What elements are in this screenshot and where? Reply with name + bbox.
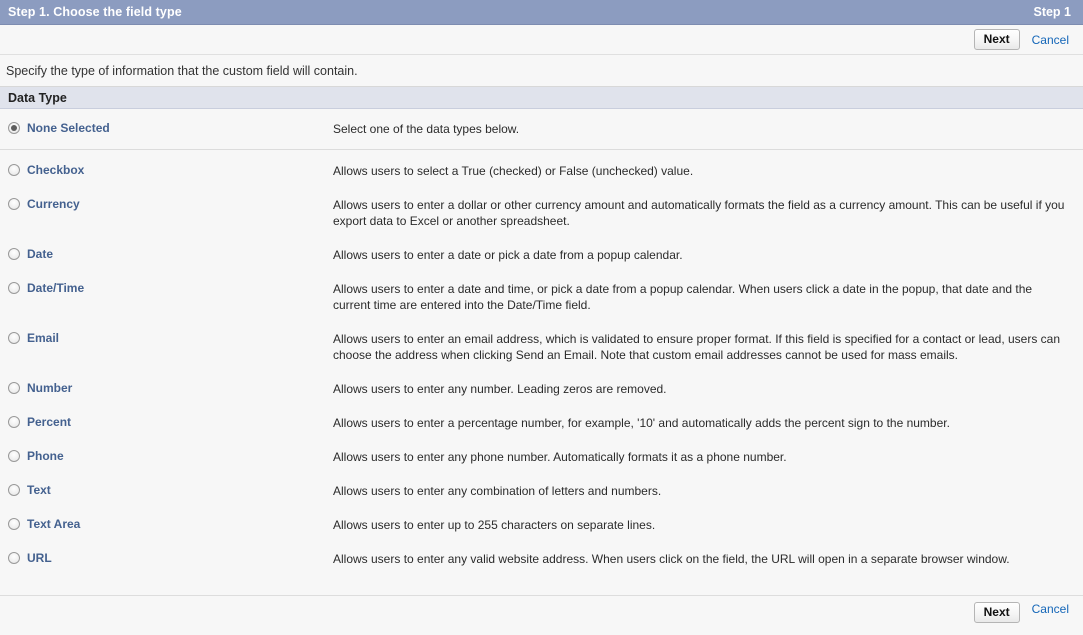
radio-label-url[interactable]: URL	[27, 551, 52, 565]
data-type-table: None Selected Select one of the data type…	[0, 109, 1083, 576]
data-type-description-phone: Allows users to enter any phone number. …	[333, 450, 787, 464]
radio-group-item[interactable]: Date	[8, 247, 333, 261]
data-type-description-text-area: Allows users to enter up to 255 characte…	[333, 518, 656, 532]
next-button-top[interactable]: Next	[973, 29, 1020, 50]
data-type-description-number: Allows users to enter any number. Leadin…	[333, 382, 667, 396]
radio-label-none-selected[interactable]: None Selected	[27, 121, 110, 135]
field-type-wizard-page: Step 1. Choose the field type Step 1 Nex…	[0, 0, 1083, 635]
radio-group-item[interactable]: Currency	[8, 197, 333, 211]
page-title: Step 1. Choose the field type	[8, 5, 182, 19]
radio-label-date[interactable]: Date	[27, 247, 53, 261]
data-type-label-cell: Email	[0, 322, 333, 372]
section-title: Data Type	[8, 90, 67, 105]
radio-group-item[interactable]: Percent	[8, 415, 333, 429]
data-type-row-date[interactable]: Date Allows users to enter a date or pick…	[0, 238, 1083, 272]
radio-group-item[interactable]: Date/Time	[8, 281, 333, 295]
data-type-row-currency[interactable]: Currency Allows users to enter a dollar o…	[0, 188, 1083, 238]
radio-label-email[interactable]: Email	[27, 331, 59, 345]
data-type-label-cell: Phone	[0, 440, 333, 474]
radio-none-selected[interactable]	[8, 122, 20, 134]
data-type-label-cell: Checkbox	[0, 150, 333, 189]
radio-label-number[interactable]: Number	[27, 381, 72, 395]
radio-label-checkbox[interactable]: Checkbox	[27, 163, 84, 177]
radio-number[interactable]	[8, 382, 20, 394]
radio-label-percent[interactable]: Percent	[27, 415, 71, 429]
radio-group-item[interactable]: Phone	[8, 449, 333, 463]
radio-group-item[interactable]: Number	[8, 381, 333, 395]
radio-label-phone[interactable]: Phone	[27, 449, 64, 463]
data-type-row-phone[interactable]: Phone Allows users to enter any phone num…	[0, 440, 1083, 474]
radio-currency[interactable]	[8, 198, 20, 210]
data-type-label-cell: Text	[0, 474, 333, 508]
radio-text-area[interactable]	[8, 518, 20, 530]
radio-date[interactable]	[8, 248, 20, 260]
cancel-link-top[interactable]: Cancel	[1032, 33, 1069, 47]
data-type-row-none-selected[interactable]: None Selected Select one of the data type…	[0, 109, 1083, 150]
data-type-description-percent: Allows users to enter a percentage numbe…	[333, 416, 950, 430]
data-type-label-cell: Text Area	[0, 508, 333, 542]
data-type-description-email: Allows users to enter an email address, …	[333, 332, 1061, 362]
radio-email[interactable]	[8, 332, 20, 344]
data-type-description-url: Allows users to enter any valid website …	[333, 552, 1010, 566]
bottom-button-row: Next Cancel	[0, 595, 1083, 635]
radio-group-item[interactable]: URL	[8, 551, 333, 565]
radio-group-item[interactable]: Text	[8, 483, 333, 497]
data-type-row-number[interactable]: Number Allows users to enter any number. …	[0, 372, 1083, 406]
radio-date-time[interactable]	[8, 282, 20, 294]
data-type-label-cell: Date/Time	[0, 272, 333, 322]
data-type-description-date-time: Allows users to enter a date and time, o…	[333, 282, 1033, 312]
data-type-row-text-area[interactable]: Text Area Allows users to enter up to 255…	[0, 508, 1083, 542]
step-header-bar: Step 1. Choose the field type Step 1	[0, 0, 1083, 25]
data-type-label-cell: None Selected	[0, 109, 333, 150]
list-bottom-spacer	[0, 576, 1083, 595]
data-type-label-cell: Date	[0, 238, 333, 272]
top-button-row: Next Cancel	[0, 25, 1083, 55]
radio-label-date-time[interactable]: Date/Time	[27, 281, 84, 295]
next-button-bottom[interactable]: Next	[973, 602, 1020, 623]
data-type-description-text: Allows users to enter any combination of…	[333, 484, 662, 498]
data-type-label-cell: Number	[0, 372, 333, 406]
radio-group-item[interactable]: Email	[8, 331, 333, 345]
cancel-link-bottom[interactable]: Cancel	[1032, 602, 1069, 616]
instruction-text: Specify the type of information that the…	[0, 55, 1083, 87]
radio-group-item[interactable]: None Selected	[8, 121, 333, 135]
radio-group-item[interactable]: Checkbox	[8, 163, 333, 177]
radio-label-text-area[interactable]: Text Area	[27, 517, 80, 531]
radio-text[interactable]	[8, 484, 20, 496]
radio-checkbox[interactable]	[8, 164, 20, 176]
data-type-row-email[interactable]: Email Allows users to enter an email addr…	[0, 322, 1083, 372]
data-type-list: None Selected Select one of the data type…	[0, 109, 1083, 576]
data-type-label-cell: Currency	[0, 188, 333, 238]
radio-percent[interactable]	[8, 416, 20, 428]
data-type-row-checkbox[interactable]: Checkbox Allows users to select a True (c…	[0, 150, 1083, 189]
data-type-label-cell: Percent	[0, 406, 333, 440]
radio-label-text[interactable]: Text	[27, 483, 51, 497]
data-type-row-percent[interactable]: Percent Allows users to enter a percentag…	[0, 406, 1083, 440]
data-type-row-url[interactable]: URL Allows users to enter any valid websi…	[0, 542, 1083, 576]
data-type-description-currency: Allows users to enter a dollar or other …	[333, 198, 1065, 228]
data-type-label-cell: URL	[0, 542, 333, 576]
data-type-row-text[interactable]: Text Allows users to enter any combinatio…	[0, 474, 1083, 508]
radio-group-item[interactable]: Text Area	[8, 517, 333, 531]
section-header-data-type: Data Type	[0, 87, 1083, 109]
radio-phone[interactable]	[8, 450, 20, 462]
data-type-description-checkbox: Allows users to select a True (checked) …	[333, 164, 694, 178]
data-type-row-date-time[interactable]: Date/Time Allows users to enter a date an…	[0, 272, 1083, 322]
radio-label-currency[interactable]: Currency	[27, 197, 80, 211]
data-type-description-none-selected: Select one of the data types below.	[333, 109, 1083, 150]
step-indicator: Step 1	[1033, 5, 1071, 19]
radio-url[interactable]	[8, 552, 20, 564]
data-type-description-date: Allows users to enter a date or pick a d…	[333, 248, 683, 262]
